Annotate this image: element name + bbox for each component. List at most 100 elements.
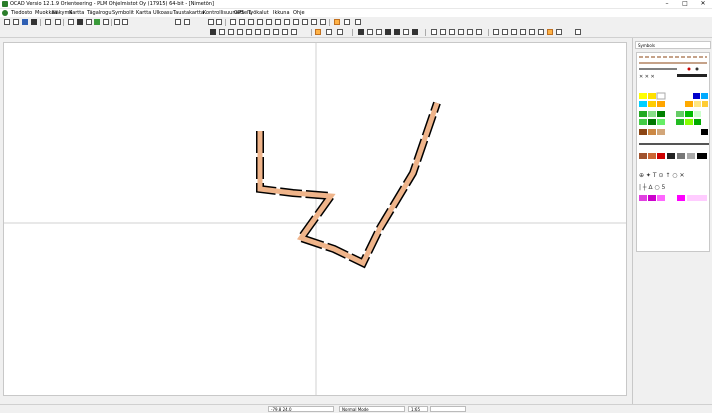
grid-toggle-icon[interactable] — [315, 29, 321, 35]
snap-icon[interactable] — [216, 19, 222, 25]
draw-pin-icon[interactable] — [355, 19, 361, 25]
menu-tag[interactable]: Tägalrogu — [87, 10, 112, 16]
redo-icon[interactable] — [55, 19, 61, 25]
merge-icon[interactable] — [293, 19, 299, 25]
menu-symbols[interactable]: Symbolit — [112, 10, 134, 16]
draw-mode-icon[interactable] — [334, 19, 340, 25]
view-normal-icon[interactable] — [282, 29, 288, 35]
horizontal-scrollbar[interactable] — [3, 396, 627, 401]
symbol-row-colors-1[interactable] — [639, 92, 708, 100]
menu-bar: Tiedosto Muokkaa Näkymä Kartta Tägalrogu… — [0, 9, 712, 17]
symbol-row-colors-2[interactable] — [639, 101, 708, 107]
draw-rect-icon[interactable] — [344, 19, 350, 25]
pencil-icon[interactable] — [493, 29, 499, 35]
reshape-icon[interactable] — [239, 19, 245, 25]
symbol-row-lines[interactable] — [639, 56, 707, 71]
pen-icon[interactable] — [538, 29, 544, 35]
move-icon[interactable] — [302, 19, 308, 25]
rotate-icon[interactable] — [208, 19, 214, 25]
symbol-row-browns[interactable] — [639, 129, 708, 135]
copy-icon[interactable] — [184, 19, 190, 25]
save-icon[interactable] — [22, 19, 28, 25]
zoom-in-icon[interactable] — [228, 29, 234, 35]
cut-icon[interactable] — [114, 19, 120, 25]
toolbar-separator — [63, 19, 64, 26]
close-button[interactable]: ✕ — [698, 0, 708, 8]
zoom-icon[interactable] — [103, 19, 109, 25]
maximize-button[interactable]: □ — [680, 0, 690, 8]
more-tools-icon[interactable] — [575, 29, 581, 35]
menu-gps[interactable]: GPS — [234, 10, 244, 16]
ellipse-icon[interactable] — [431, 29, 437, 35]
polyline-icon[interactable] — [467, 29, 473, 35]
straight-icon[interactable] — [257, 19, 263, 25]
menu-help[interactable]: Ohje — [293, 10, 305, 16]
filter-icon[interactable] — [77, 19, 83, 25]
toolbar-separator — [488, 29, 489, 36]
vertex-icon[interactable] — [403, 29, 409, 35]
symbol-row-glyphs[interactable]: ⊕ ✦ T ⊙ ↑ ○ ✕ | ┼ ∆ ○ 5 — [639, 172, 684, 191]
binoculars-icon[interactable] — [210, 29, 216, 35]
symbol-row-points[interactable]: ✕ ✕ ✕ — [639, 74, 707, 80]
zoom-next-icon[interactable] — [273, 29, 279, 35]
curve-icon[interactable] — [248, 19, 254, 25]
minimize-button[interactable]: – — [662, 0, 672, 8]
zoom-fit-icon[interactable] — [246, 29, 252, 35]
fill-icon[interactable] — [412, 29, 418, 35]
view-draft-icon[interactable] — [291, 29, 297, 35]
menu-map[interactable]: Kartta — [69, 10, 84, 16]
menu-layout[interactable]: Ulkoasu — [153, 10, 173, 16]
symbol-row-colors-3[interactable] — [639, 111, 701, 117]
grid-icon[interactable] — [175, 19, 181, 25]
columns-icon[interactable] — [337, 29, 343, 35]
undo-icon[interactable] — [45, 19, 51, 25]
circle2-icon[interactable] — [511, 29, 517, 35]
menu-tools[interactable]: Työkalut — [248, 10, 269, 16]
circle-icon[interactable] — [502, 29, 508, 35]
menu-window[interactable]: Ikkuna — [273, 10, 290, 16]
print-icon[interactable] — [31, 19, 37, 25]
app-menu-icon[interactable] — [2, 10, 8, 16]
join-icon[interactable] — [275, 19, 281, 25]
symbol-row-misc[interactable] — [639, 143, 709, 159]
bezier-icon[interactable] — [449, 29, 455, 35]
play-icon[interactable] — [358, 29, 364, 35]
info-icon[interactable] — [320, 19, 326, 25]
zoom-prev-icon[interactable] — [264, 29, 270, 35]
zoom-out-icon[interactable] — [237, 29, 243, 35]
freehand-icon[interactable] — [440, 29, 446, 35]
menu-background[interactable]: Taustakartta — [173, 10, 204, 16]
zoom-window-icon[interactable] — [255, 29, 261, 35]
menu-file[interactable]: Tiedosto — [11, 10, 32, 16]
coordinates-readout: -79.8 24.0 — [268, 406, 334, 412]
edit-icon[interactable] — [86, 19, 92, 25]
menu-map-2[interactable]: Kartta — [136, 10, 151, 16]
open-file-icon[interactable] — [13, 19, 19, 25]
arc-icon[interactable] — [520, 29, 526, 35]
check-icon[interactable] — [122, 19, 128, 25]
diamond-icon[interactable] — [529, 29, 535, 35]
hand-icon[interactable] — [219, 29, 225, 35]
new-file-icon[interactable] — [4, 19, 10, 25]
symbol-row-colors-4[interactable] — [639, 119, 701, 125]
select-icon[interactable] — [68, 19, 74, 25]
cross-icon[interactable] — [458, 29, 464, 35]
step-icon[interactable] — [367, 29, 373, 35]
line-icon[interactable] — [476, 29, 482, 35]
paint-icon[interactable] — [94, 19, 100, 25]
split-icon[interactable] — [284, 19, 290, 25]
measure-icon[interactable] — [230, 19, 236, 25]
node-icon[interactable] — [394, 29, 400, 35]
rectangle-icon[interactable] — [556, 29, 562, 35]
point-icon[interactable] — [385, 29, 391, 35]
map-path[interactable] — [256, 101, 441, 269]
lasso-icon[interactable] — [376, 29, 382, 35]
layers-icon[interactable] — [311, 19, 317, 25]
active-tool-icon[interactable] — [547, 29, 553, 35]
symbol-row-purples[interactable] — [639, 195, 707, 201]
cut-object-icon[interactable] — [266, 19, 272, 25]
map-canvas[interactable] — [3, 42, 627, 396]
mode-dropdown[interactable]: Normal Mode — [339, 406, 405, 412]
menu-course[interactable]: Kontrollisuunnittelu — [203, 10, 252, 16]
table-icon[interactable] — [326, 29, 332, 35]
